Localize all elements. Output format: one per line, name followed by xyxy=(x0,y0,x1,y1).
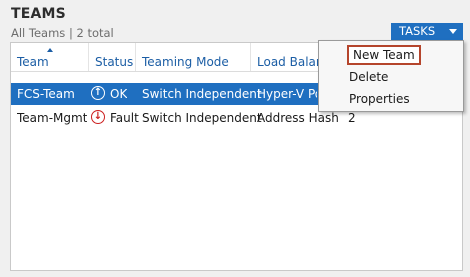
panel-title: TEAMS xyxy=(11,6,66,22)
cell-status: Fault xyxy=(110,111,139,125)
cell-teaming-mode: Switch Independent xyxy=(142,87,262,101)
panel-subtitle: All Teams | 2 total xyxy=(11,26,114,40)
cell-team: FCS-Team xyxy=(17,87,75,101)
column-header-teaming-mode[interactable]: Teaming Mode xyxy=(136,43,251,71)
cell-load-balancing: Hyper-V Port xyxy=(257,87,317,101)
tasks-button-label: TASKS xyxy=(399,24,436,38)
chevron-down-icon xyxy=(449,29,457,34)
cell-teaming-mode: Switch Independent xyxy=(142,111,262,125)
sort-ascending-icon xyxy=(47,48,53,52)
menu-item-new-team[interactable]: New Team xyxy=(347,45,421,65)
arrow-up-icon: ↑ xyxy=(91,86,105,100)
arrow-down-icon: ↓ xyxy=(91,110,105,124)
column-header-status[interactable]: Status xyxy=(89,43,136,71)
column-header-team[interactable]: Team xyxy=(11,43,89,71)
menu-item-properties[interactable]: Properties xyxy=(349,92,410,106)
cell-status: OK xyxy=(110,87,128,101)
menu-item-delete[interactable]: Delete xyxy=(349,70,388,84)
cell-team: Team-Mgmt xyxy=(17,111,88,125)
tasks-button[interactable]: TASKS xyxy=(391,23,463,40)
tasks-menu: New Team Delete Properties xyxy=(318,40,464,112)
